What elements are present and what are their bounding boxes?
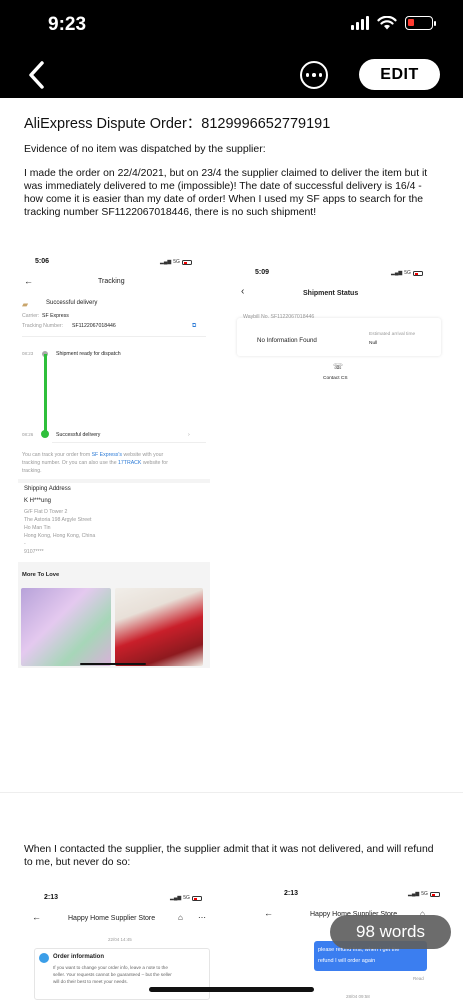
timeline-end-dot [41,430,49,438]
edit-button[interactable]: EDIT [359,59,440,90]
address-line3: Ho Man Tin [24,525,51,531]
screenshot-back-icon: ‹ [241,286,245,297]
order-info-line2: seller. Your requests cannot be guarante… [53,972,172,977]
product-photo-2 [115,588,203,666]
tracking-number-label: Tracking Number: [22,323,64,329]
tracking-number-value: SF1122067018446 [72,323,116,329]
address-dash: - [24,541,26,547]
more-icon: ⋯ [198,913,206,922]
chat-message-line2: refund I will order again [318,958,376,964]
tracking-title: Tracking [98,278,125,285]
signal-icon [351,16,369,30]
tracking-note-line2: tracking number. Or you can also use the… [22,460,168,466]
status-bar: 9:23 [0,0,463,52]
eta-label: Estimated arrival time [369,332,416,337]
tracking-note-line3: tracking. [22,468,42,474]
order-info-title: Order information [53,954,105,960]
no-information-text: No Information Found [257,337,317,344]
recipient-name: K H***ung [24,498,52,504]
chat-date: 22/04 14:45 [108,937,132,942]
address-line2: The Astoria 198 Argyle Street [24,517,92,523]
screenshot-back-icon: ← [264,908,273,918]
shipping-address-title: Shipping Address [24,486,71,492]
carrier-label: Carrier: [22,313,40,319]
more-options-button[interactable] [300,61,328,89]
order-info-icon [39,953,49,963]
screenshot-status-icons: ▂▄▆ 5G [160,259,192,265]
address-line1: G/F Flat D Tower 2 [24,509,68,515]
screenshot-back-icon: ← [32,912,41,922]
contact-cs-label: Contact CS [323,376,348,381]
more-to-love-title: More To Love [22,572,60,578]
tracking-screenshot: 5:06 ▂▄▆ 5G ← Tracking ▰ Successful deliv… [18,254,210,670]
screenshot-status-icons: ▂▄▆ 5G [391,270,423,276]
screenshot-time: 5:06 [35,258,50,265]
delivery-status: Successful delivery [46,300,98,306]
package-icon: ▰ [22,300,29,309]
shipment-status-title: Shipment Status [303,290,359,297]
wifi-icon [377,16,397,30]
screenshot-time: 5:09 [255,269,270,276]
status-time: 9:23 [48,14,87,35]
document-body: I made the order on 22/4/2021, but on 23… [24,168,428,218]
chevron-right-icon: › [188,432,190,438]
address-line4: Hong Kong, Hong Kong, China [24,533,96,539]
recipient-phone: 9107**** [24,549,44,555]
chat-date: 28/04 09:58 [346,994,370,999]
document-subtitle: Evidence of no item was dispatched by th… [24,143,266,155]
store-screenshot: 2:13 ▂▄▆ 5G ← Happy Home Supplier Store ⌂… [28,888,218,1000]
event2-time: 08:26 [22,432,34,437]
document-page: AliExpress Dispute Order：812999665277919… [0,98,463,1000]
document-title: AliExpress Dispute Order：812999665277919… [24,116,331,132]
order-info-card: Order information If you want to change … [34,948,210,1000]
screenshot-time: 2:13 [284,890,299,897]
app-bar: EDIT [0,52,463,98]
copy-icon: ⧉ [192,323,197,329]
back-button[interactable] [22,58,52,92]
screenshot-home-indicator [80,663,146,665]
product-photo-1 [21,588,111,666]
home-indicator[interactable] [149,987,314,992]
contact-cs-icon: ☏ [333,362,344,371]
carrier-value: SF Express [42,313,69,319]
event2-text: Successful delivery [56,432,101,438]
read-receipt: Read [413,976,424,981]
event1-text: Shipment ready for dispatch [56,351,121,357]
screenshot-time: 2:13 [44,894,59,901]
eta-value: Null [369,341,378,346]
screenshot-back-icon: ← [24,276,33,286]
shipment-status-screenshot: 5:09 ▂▄▆ 5G ‹ Shipment Status Waybill No.… [235,266,445,398]
battery-icon [405,16,436,30]
tracking-note-line1: You can track your order from SF Express… [22,452,164,458]
timeline-line [44,354,47,432]
order-info-line1: If you want to change your order info, l… [53,965,168,970]
section-divider [0,792,463,793]
screenshot-status-icons: ▂▄▆ 5G [170,895,202,901]
order-info-line3: will do their best to meet your needs. [53,979,128,984]
screenshot-status-icons: ▂▄▆ 5G [408,891,440,897]
status-icons [351,16,436,30]
store-name: Happy Home Supplier Store [68,915,156,922]
word-count-badge[interactable]: 98 words [330,915,451,949]
document-paragraph-2: When I contacted the supplier, the suppl… [24,844,434,868]
store-icon: ⌂ [178,913,183,922]
event1-time: 08:23 [22,351,34,356]
